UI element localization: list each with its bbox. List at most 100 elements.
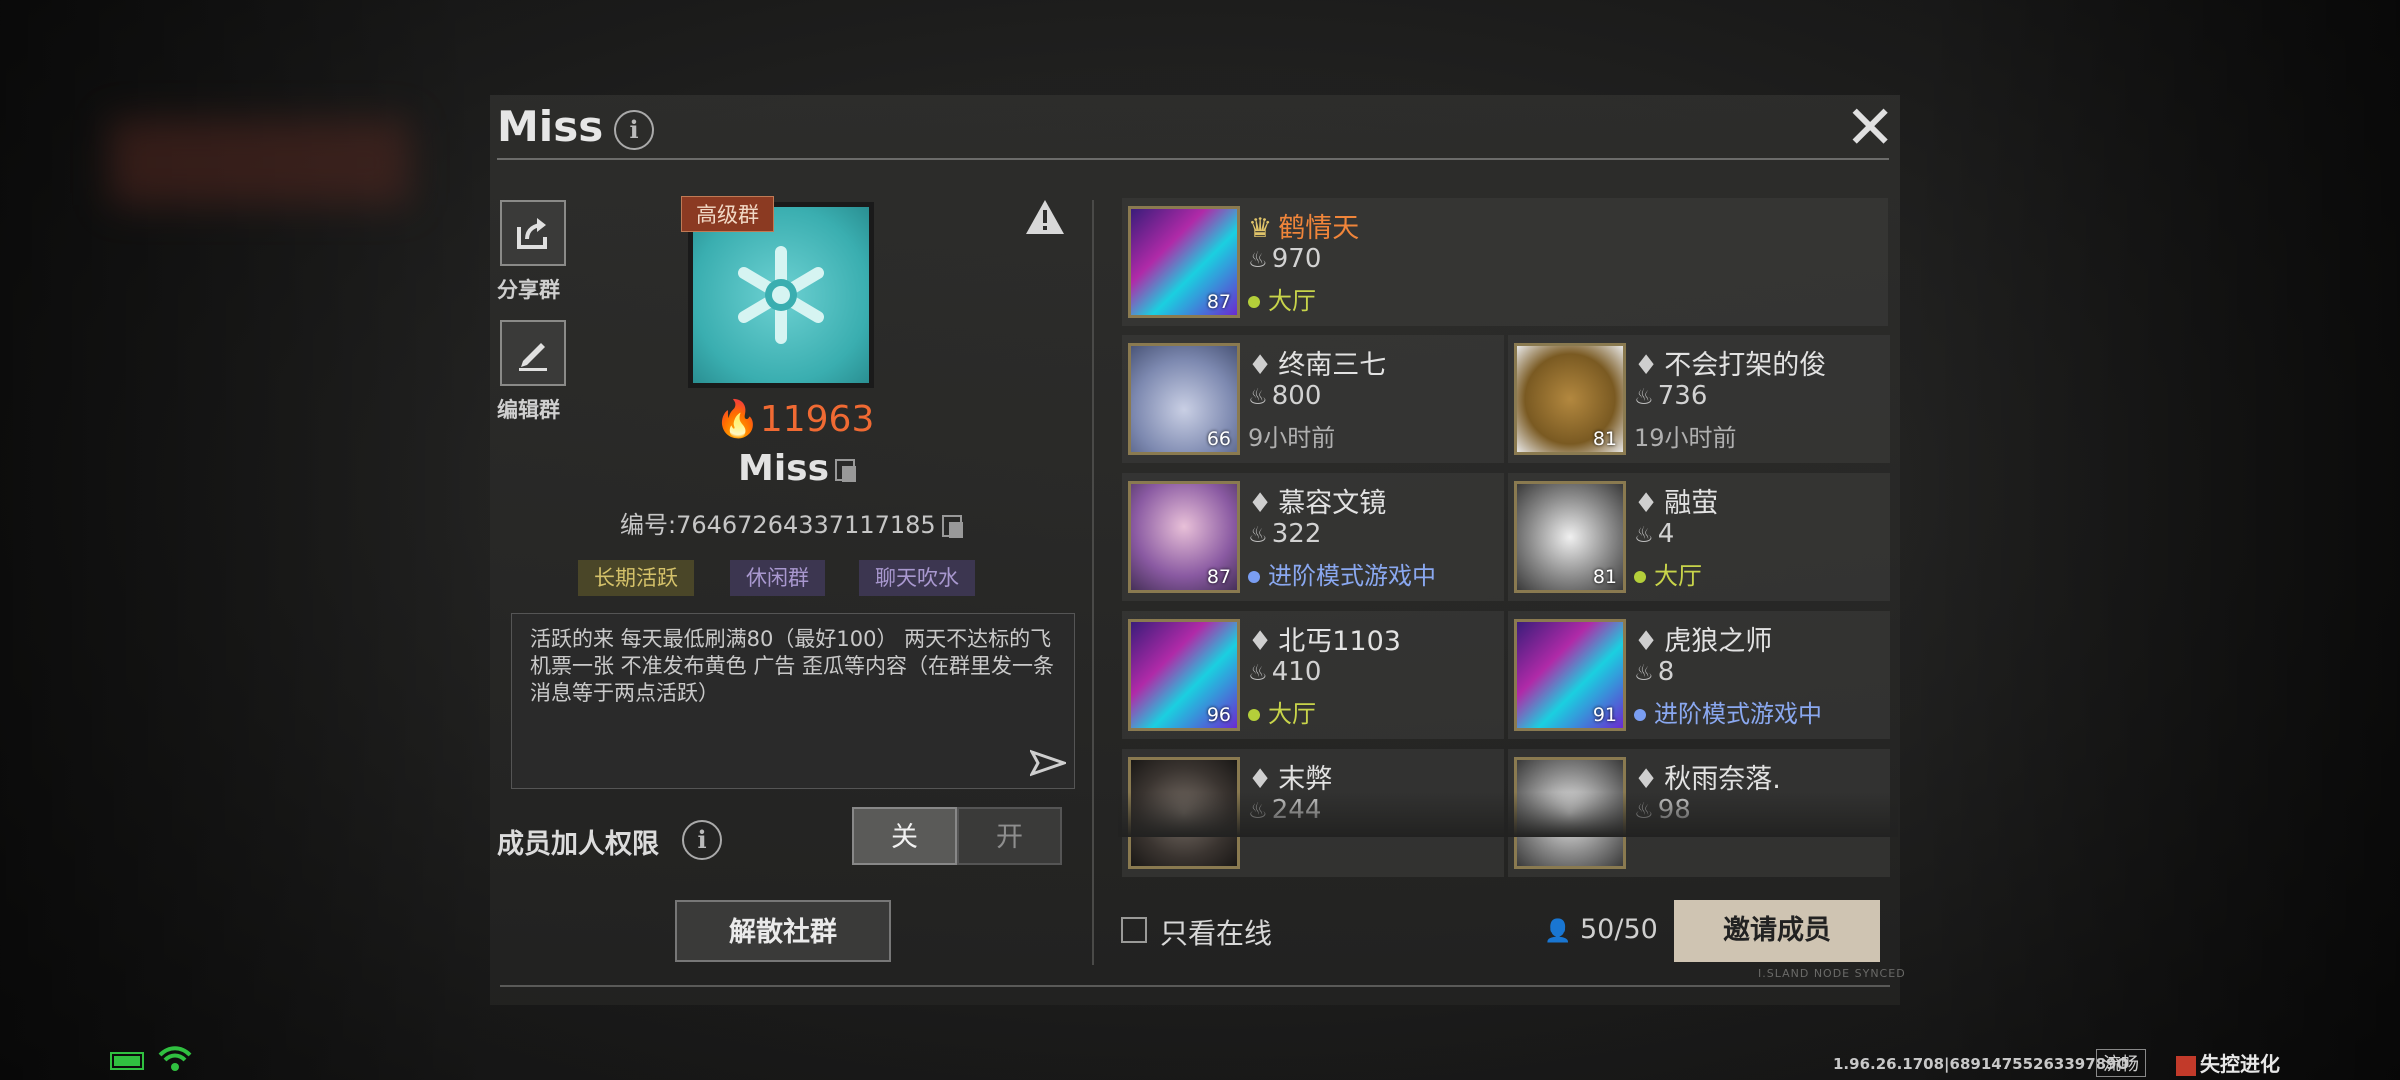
- member-score: ♨ 4: [1634, 519, 1674, 549]
- group-tag: 聊天吹水: [859, 560, 975, 596]
- flame-icon: ♨: [1248, 661, 1268, 686]
- member-invite-permission-label: 成员加人权限: [497, 829, 659, 860]
- share-icon: [517, 218, 547, 249]
- info-icon[interactable]: i: [682, 820, 722, 860]
- status-dot-icon: [1248, 571, 1260, 583]
- battery-icon: [110, 1052, 144, 1070]
- member-name: ♦ 虎狼之师: [1634, 619, 1772, 658]
- share-group-label: 分享群: [497, 278, 560, 302]
- member-avatar[interactable]: 81: [1514, 343, 1626, 455]
- snowflake-icon: [738, 246, 824, 344]
- member-card[interactable]: 81 ♦ 融萤 ♨ 4 大厅: [1508, 473, 1890, 601]
- member-card[interactable]: 66 ♦ 终南三七 ♨ 800 9小时前: [1122, 335, 1504, 463]
- member-status: 9小时前: [1248, 418, 1335, 453]
- online-only-checkbox[interactable]: [1121, 917, 1147, 943]
- member-name-text: 鹤情天: [1278, 213, 1360, 244]
- group-id: 编号:76467264337117185: [620, 505, 963, 540]
- member-score-value: 4: [1657, 519, 1675, 549]
- medal-icon: ♦: [1248, 626, 1273, 657]
- member-status: 大厅: [1248, 694, 1316, 729]
- game-logo: 失控进化: [2176, 1048, 2280, 1077]
- member-status-text: 大厅: [1268, 287, 1316, 315]
- member-name-text: 末弊: [1278, 764, 1333, 795]
- title-divider: [497, 158, 1889, 160]
- list-fade: [1118, 792, 1898, 837]
- member-name: ♦ 秋雨奈落.: [1634, 757, 1781, 796]
- member-score-value: 322: [1271, 519, 1322, 549]
- member-name-text: 秋雨奈落.: [1664, 764, 1781, 795]
- member-score-value: 8: [1657, 657, 1675, 687]
- status-dot-icon: [1248, 296, 1260, 308]
- member-name: ♦ 北丐1103: [1248, 619, 1401, 658]
- member-name-text: 慕容文镜: [1278, 488, 1387, 519]
- member-avatar[interactable]: 96: [1128, 619, 1240, 731]
- member-level: 91: [1592, 704, 1617, 726]
- copy-icon[interactable]: [941, 515, 963, 538]
- member-status: 进阶模式游戏中: [1248, 556, 1436, 591]
- edit-group-button[interactable]: [500, 320, 566, 386]
- member-name: ♦ 慕容文镜: [1248, 481, 1386, 520]
- flame-icon: ♨: [1248, 523, 1268, 548]
- member-score: ♨ 8: [1634, 657, 1674, 687]
- medal-icon: ♦: [1634, 764, 1659, 795]
- pencil-icon: [519, 343, 547, 371]
- invite-member-button[interactable]: 邀请成员: [1674, 900, 1880, 962]
- member-name-text: 不会打架的俊: [1664, 350, 1827, 381]
- status-dot-icon: [1634, 571, 1646, 583]
- info-icon[interactable]: i: [614, 110, 654, 150]
- flame-icon: ♨: [1634, 385, 1654, 410]
- disband-group-button[interactable]: 解散社群: [675, 900, 891, 962]
- medal-icon: ♦: [1248, 350, 1273, 381]
- member-card[interactable]: 96 ♦ 北丐1103 ♨ 410 大厅: [1122, 611, 1504, 739]
- report-warning-icon[interactable]: [1024, 198, 1066, 236]
- member-status: 进阶模式游戏中: [1634, 694, 1822, 729]
- permission-on-toggle[interactable]: 开: [957, 807, 1062, 865]
- member-level: 87: [1206, 291, 1231, 313]
- status-dot-icon: [1248, 709, 1260, 721]
- member-level: 66: [1206, 428, 1231, 450]
- copy-icon[interactable]: [835, 459, 857, 482]
- flame-icon: ♨: [1248, 385, 1268, 410]
- group-avatar: [693, 207, 869, 383]
- status-dot-icon: [1634, 709, 1646, 721]
- permission-off-toggle[interactable]: 关: [852, 807, 957, 865]
- member-score-value: 736: [1657, 381, 1708, 411]
- member-avatar[interactable]: 81: [1514, 481, 1626, 593]
- sync-text: I.SLAND NODE SYNCED: [1758, 967, 1906, 980]
- member-count: 👤 50/50: [1544, 914, 1658, 945]
- logo-mark-icon: [2176, 1055, 2196, 1076]
- flame-icon: 🔥: [715, 399, 760, 440]
- member-card[interactable]: 81 ♦ 不会打架的俊 ♨ 736 19小时前: [1508, 335, 1890, 463]
- member-avatar[interactable]: 87: [1128, 481, 1240, 593]
- close-icon[interactable]: ✕: [1845, 98, 1895, 158]
- flame-icon: ♨: [1634, 523, 1654, 548]
- member-name: ♛ 鹤情天: [1248, 206, 1359, 245]
- member-name-text: 北丐1103: [1278, 626, 1401, 657]
- member-status-text: 9小时前: [1248, 424, 1336, 452]
- page-title: Miss: [497, 102, 604, 151]
- flame-icon: ♨: [1634, 661, 1654, 686]
- send-icon[interactable]: [1030, 748, 1066, 778]
- member-level: 81: [1592, 566, 1617, 588]
- member-avatar[interactable]: 66: [1128, 343, 1240, 455]
- group-activity-score: 🔥11963: [715, 399, 875, 440]
- member-status-text: 大厅: [1268, 700, 1316, 728]
- member-card[interactable]: 91 ♦ 虎狼之师 ♨ 8 进阶模式游戏中: [1508, 611, 1890, 739]
- member-score: ♨ 970: [1248, 244, 1321, 274]
- member-score: ♨ 800: [1248, 381, 1321, 411]
- member-avatar[interactable]: 87: [1128, 206, 1240, 318]
- group-tag: 长期活跃: [578, 560, 694, 596]
- member-name-text: 融萤: [1664, 488, 1719, 519]
- member-card[interactable]: 87 ♦ 慕容文镜 ♨ 322 进阶模式游戏中: [1122, 473, 1504, 601]
- member-card[interactable]: 87 ♛ 鹤情天 ♨ 970 大厅: [1122, 198, 1888, 326]
- bottom-divider: [500, 985, 1890, 987]
- member-name-text: 虎狼之师: [1664, 626, 1773, 657]
- member-status: 19小时前: [1634, 418, 1737, 453]
- member-avatar[interactable]: 91: [1514, 619, 1626, 731]
- member-status: 大厅: [1248, 281, 1316, 316]
- edit-group-label: 编辑群: [497, 398, 560, 422]
- member-score-value: 410: [1271, 657, 1322, 687]
- share-group-button[interactable]: [500, 200, 566, 266]
- member-status: 大厅: [1634, 556, 1702, 591]
- member-score-value: 970: [1271, 244, 1322, 274]
